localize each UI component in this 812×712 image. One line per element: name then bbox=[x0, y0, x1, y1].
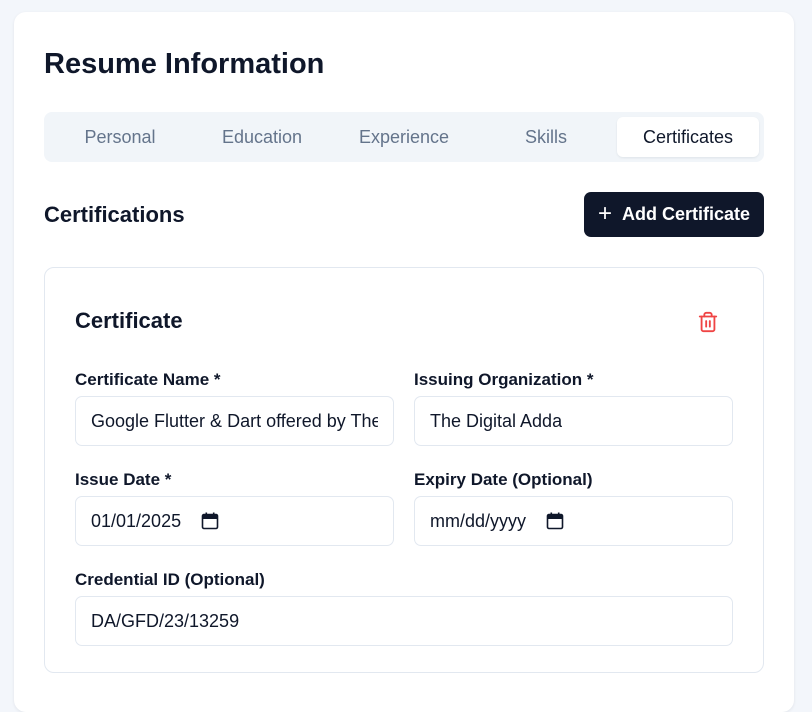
tab-list: Personal Education Experience Skills Cer… bbox=[44, 112, 764, 162]
expiry-date-placeholder: mm/dd/yyyy bbox=[430, 510, 527, 531]
issuing-organization-value: The Digital Adda bbox=[430, 410, 563, 431]
credential-id-field: Credential ID (Optional) DA/GFD/23/13259 bbox=[75, 570, 733, 646]
calendar-icon[interactable] bbox=[546, 512, 564, 530]
certificate-name-value: Google Flutter & Dart offered by The Dig… bbox=[91, 410, 378, 431]
credential-id-value: DA/GFD/23/13259 bbox=[91, 610, 240, 631]
resume-card: Resume Information Personal Education Ex… bbox=[14, 12, 794, 712]
certificate-card: Certificate Certificate Name * Google Fl… bbox=[44, 267, 764, 673]
issuing-organization-label: Issuing Organization * bbox=[414, 370, 594, 389]
credential-id-input[interactable]: DA/GFD/23/13259 bbox=[75, 596, 733, 646]
issue-date-field: Issue Date * 01/01/2025 bbox=[75, 470, 394, 546]
issuing-organization-input[interactable]: The Digital Adda bbox=[414, 396, 733, 446]
certificate-heading: Certificate bbox=[75, 308, 183, 333]
expiry-date-field: Expiry Date (Optional) mm/dd/yyyy bbox=[414, 470, 733, 546]
certificate-name-input[interactable]: Google Flutter & Dart offered by The Dig… bbox=[75, 396, 394, 446]
issue-date-label: Issue Date * bbox=[75, 470, 172, 489]
section-title: Certifications bbox=[44, 202, 185, 227]
tab-experience[interactable]: Experience bbox=[333, 117, 475, 157]
expiry-date-label: Expiry Date (Optional) bbox=[414, 470, 593, 489]
add-certificate-button[interactable]: + Add Certificate bbox=[584, 192, 764, 237]
calendar-icon[interactable] bbox=[201, 512, 219, 530]
issue-date-value: 01/01/2025 bbox=[91, 510, 182, 531]
tab-personal[interactable]: Personal bbox=[49, 117, 191, 157]
issue-date-input[interactable]: 01/01/2025 bbox=[75, 496, 394, 546]
issuing-organization-field: Issuing Organization * The Digital Adda bbox=[414, 370, 733, 446]
certificate-name-label: Certificate Name * bbox=[75, 370, 221, 389]
certificate-name-field: Certificate Name * Google Flutter & Dart… bbox=[75, 370, 394, 446]
page-title: Resume Information bbox=[44, 48, 325, 80]
expiry-date-input[interactable]: mm/dd/yyyy bbox=[414, 496, 733, 546]
credential-id-label: Credential ID (Optional) bbox=[75, 570, 265, 589]
tab-education[interactable]: Education bbox=[191, 117, 333, 157]
tab-skills[interactable]: Skills bbox=[475, 117, 617, 157]
trash-icon[interactable] bbox=[697, 310, 719, 334]
tab-certificates[interactable]: Certificates bbox=[617, 117, 759, 157]
plus-icon: + bbox=[597, 199, 612, 227]
add-certificate-label: Add Certificate bbox=[621, 204, 751, 224]
